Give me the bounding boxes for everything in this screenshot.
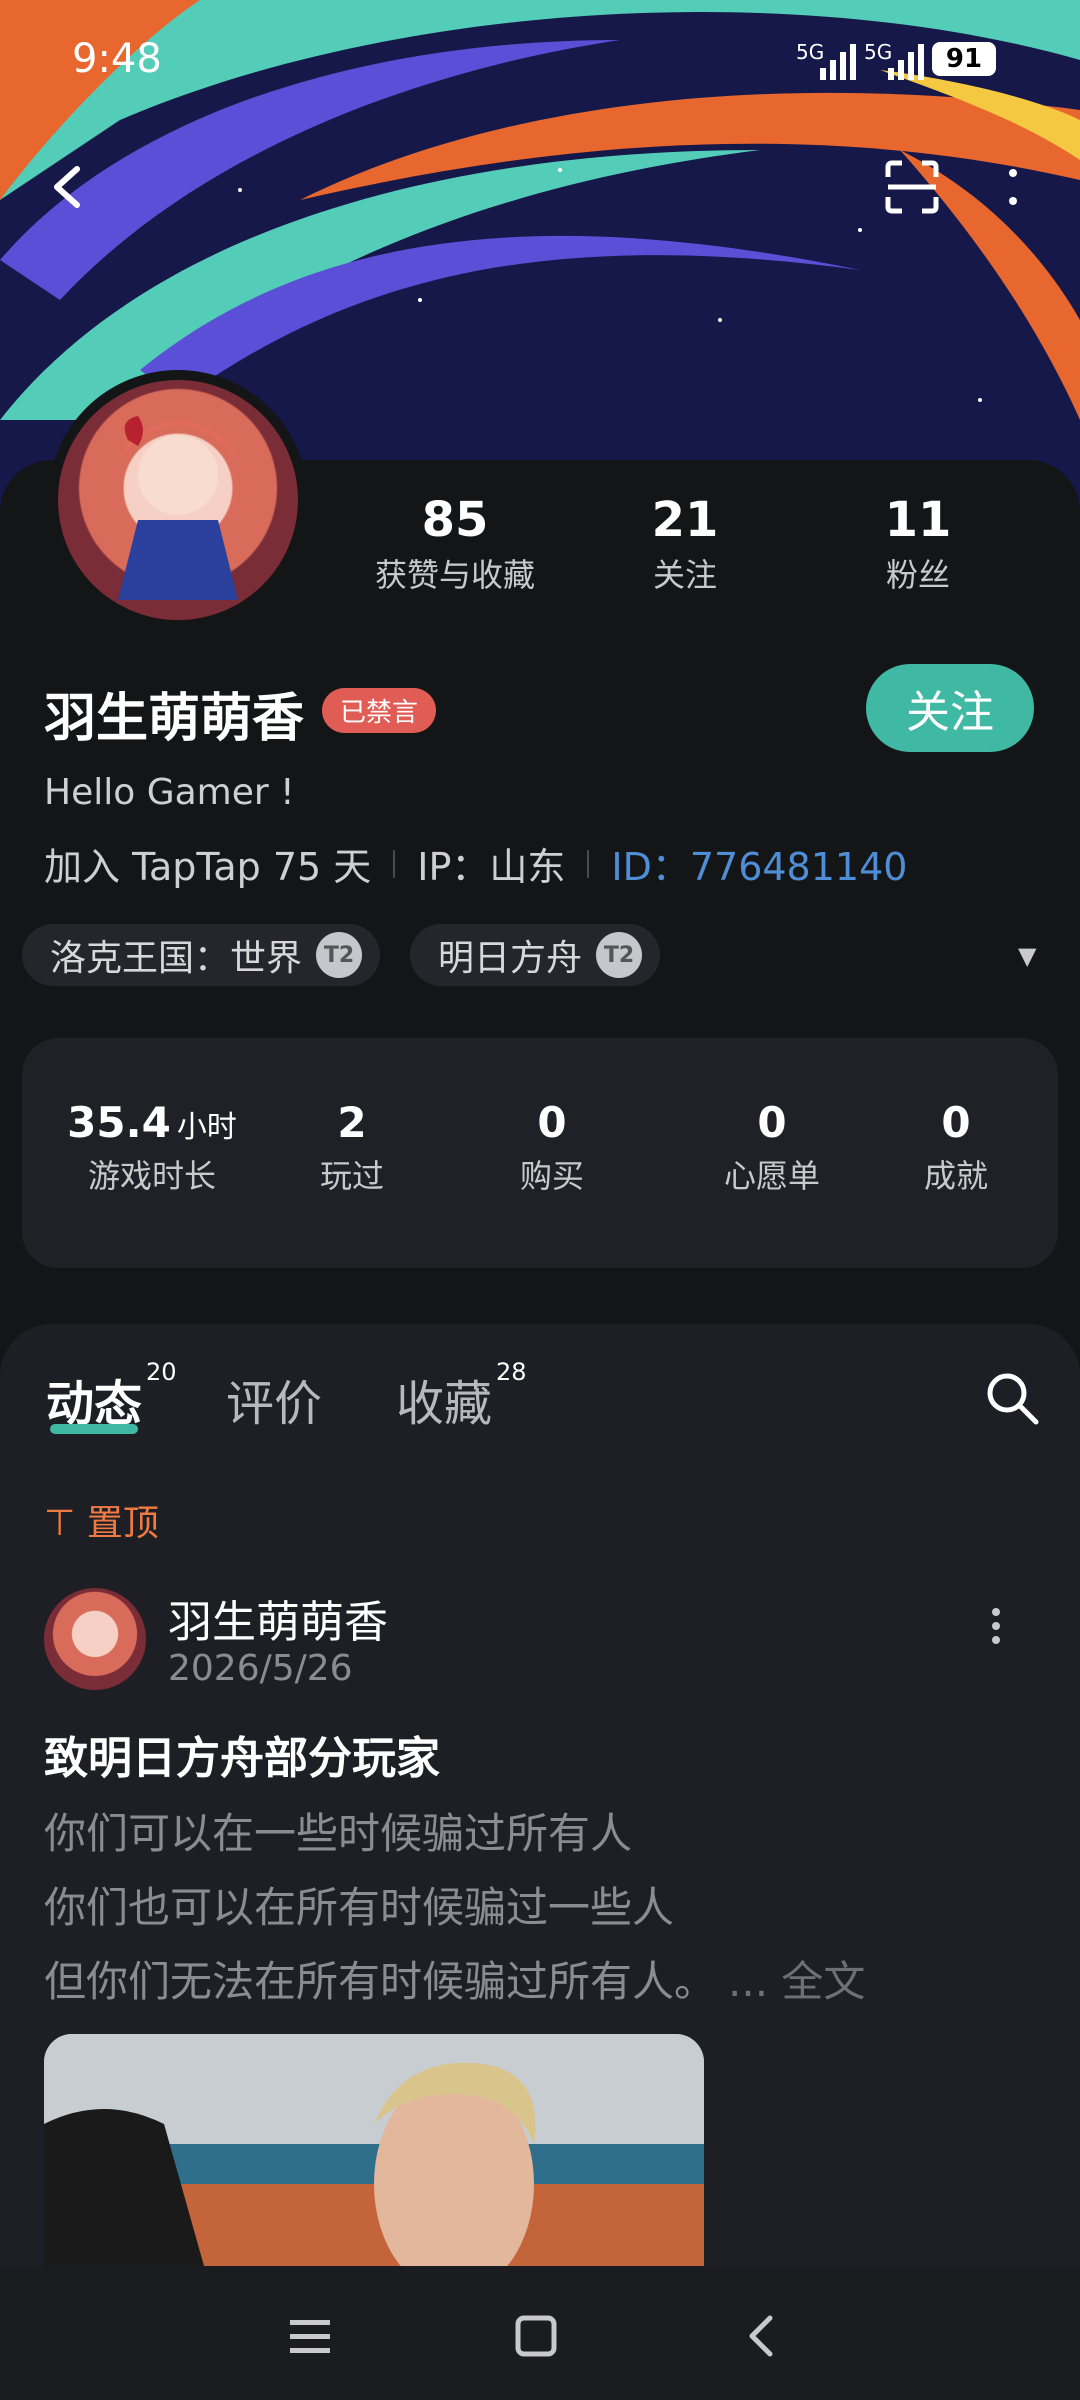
home-square-icon <box>515 2315 557 2357</box>
game-stat-value: 35.4 <box>67 1098 171 1147</box>
more-vertical-icon <box>1009 169 1017 205</box>
signal-icon <box>820 44 856 80</box>
taptap-level-icon: T2 <box>316 932 363 978</box>
home-button[interactable] <box>496 2296 576 2376</box>
taptap-level-icon: T2 <box>596 932 643 978</box>
chevron-down-icon[interactable]: ▼ <box>1018 942 1036 970</box>
scan-icon <box>885 160 939 214</box>
menu-button[interactable] <box>270 2296 350 2376</box>
chevron-left-icon <box>749 2315 773 2357</box>
game-stat-label: 成就 <box>923 1157 988 1195</box>
post-line-last: 但你们无法在所有时候骗过所有人。... 全文 <box>44 1957 866 2006</box>
game-chip-label: 洛克王国：世界 <box>50 938 303 979</box>
muted-badge: 已禁言 <box>322 688 437 733</box>
game-stat-unit: 小时 <box>176 1110 237 1145</box>
tab-favorites[interactable]: 收藏28 <box>396 1358 527 1434</box>
tab-count: 20 <box>146 1358 177 1386</box>
game-stat-playtime[interactable]: 35.4 小时 游戏时长 <box>62 1098 242 1197</box>
post-line: 你们可以在一些时候骗过所有人 <box>44 1809 633 1858</box>
stat-fans-value: 11 <box>884 492 952 548</box>
game-stat-value: 0 <box>757 1098 787 1147</box>
game-chip-arknights[interactable]: 明日方舟 T2 <box>410 924 661 986</box>
join-days: 加入 TapTap 75 天 <box>44 845 372 889</box>
profile-bio: Hello Gamer ! <box>44 772 295 813</box>
avatar-illustration <box>118 416 238 600</box>
menu-icon <box>290 2320 330 2353</box>
pinned-label: ⊤ 置顶 <box>44 1503 159 1544</box>
stat-fans-label: 粉丝 <box>885 556 950 594</box>
game-chip-roco[interactable]: 洛克王国：世界 T2 <box>22 924 381 986</box>
game-stat-value: 2 <box>337 1098 367 1147</box>
search-button[interactable] <box>982 1368 1042 1428</box>
scan-button[interactable] <box>877 152 947 222</box>
pin-icon: ⊤ <box>44 1503 76 1544</box>
tab-reviews[interactable]: 评价 <box>226 1364 322 1434</box>
game-stat-value: 0 <box>941 1098 971 1147</box>
game-stat-purchased[interactable]: 0 购买 <box>492 1098 612 1197</box>
post-line: 你们也可以在所有时候骗过一些人 <box>44 1883 675 1932</box>
divider <box>393 849 396 878</box>
game-stat-label: 游戏时长 <box>87 1157 216 1195</box>
post-author-name[interactable]: 羽生萌萌香 <box>168 1586 388 1650</box>
profile-name: 羽生萌萌香 <box>44 689 305 749</box>
ip-location: IP：山东 <box>417 845 566 889</box>
stat-following[interactable]: 21 关注 <box>625 492 745 596</box>
post-more-button[interactable] <box>990 1606 1002 1656</box>
stat-likes-label: 获赞与收藏 <box>375 556 536 594</box>
divider <box>587 849 590 878</box>
follow-button[interactable]: 关注 <box>866 664 1034 752</box>
stat-fans[interactable]: 11 粉丝 <box>858 492 978 596</box>
stat-following-value: 21 <box>651 492 719 548</box>
game-stats-card: 35.4 小时 游戏时长 2 玩过 0 购买 0 心愿单 0 成就 <box>22 1038 1058 1268</box>
system-nav-bar <box>0 2266 1080 2400</box>
status-bar: 9:48 5G 5G 91 <box>0 36 1080 86</box>
chevron-left-icon <box>54 166 80 208</box>
post-image-art <box>44 2034 704 2266</box>
game-stat-achievements[interactable]: 0 成就 <box>896 1098 1016 1197</box>
stat-following-label: 关注 <box>652 556 717 594</box>
tab-active-indicator <box>50 1424 138 1434</box>
back-button[interactable] <box>32 152 102 222</box>
search-icon <box>987 1373 1039 1425</box>
stat-likes[interactable]: 85 获赞与收藏 <box>375 492 535 596</box>
status-time: 9:48 <box>72 36 162 82</box>
post-author-avatar[interactable] <box>44 1588 146 1690</box>
stat-likes-value: 85 <box>421 492 489 548</box>
signal-icon-2 <box>888 44 924 80</box>
post-date: 2026/5/26 <box>168 1648 353 1689</box>
battery-indicator: 91 <box>932 42 996 76</box>
nav-back-button[interactable] <box>722 2296 802 2376</box>
post-image[interactable] <box>44 2034 704 2266</box>
game-chip-label: 明日方舟 <box>438 938 583 979</box>
avatar[interactable] <box>58 380 298 620</box>
read-more-link[interactable]: ... 全文 <box>728 1957 865 2006</box>
game-stat-played[interactable]: 2 玩过 <box>292 1098 412 1197</box>
tab-count: 28 <box>496 1358 527 1386</box>
game-stat-label: 购买 <box>519 1157 584 1195</box>
game-stat-label: 玩过 <box>319 1157 384 1195</box>
game-stat-value: 0 <box>537 1098 567 1147</box>
game-stat-wishlist[interactable]: 0 心愿单 <box>692 1098 852 1197</box>
user-id[interactable]: ID：776481140 <box>611 836 907 891</box>
more-options-button[interactable] <box>978 152 1048 222</box>
post-title[interactable]: 致明日方舟部分玩家 <box>44 1722 440 1786</box>
more-vertical-icon <box>992 1608 1000 1644</box>
profile-meta: 加入 TapTap 75 天 IP：山东 ID：776481140 <box>44 836 907 891</box>
game-stat-label: 心愿单 <box>723 1157 820 1195</box>
